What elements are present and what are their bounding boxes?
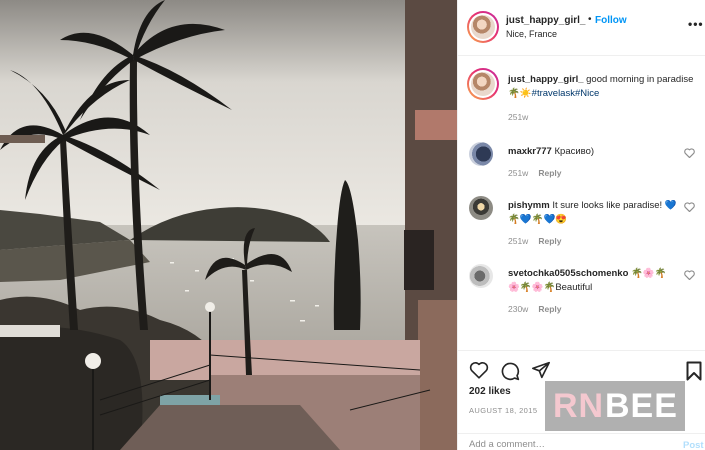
post-photo[interactable] xyxy=(0,0,457,450)
like-icon[interactable] xyxy=(469,361,489,379)
comment-text: maxkr777 Красиво) xyxy=(508,145,678,159)
comment-time: 230w xyxy=(508,304,529,314)
caption-username[interactable]: just_happy_girl_ xyxy=(508,74,584,85)
comment-body: Красиво) xyxy=(551,146,595,157)
reply-button[interactable]: Reply xyxy=(538,304,561,314)
comment-avatar[interactable] xyxy=(469,142,493,166)
separator-dot: • xyxy=(588,14,592,25)
comment-username[interactable]: svetochka0505schomenko xyxy=(508,268,628,279)
caption-avatar[interactable] xyxy=(467,68,499,100)
comment-meta: 230w Reply xyxy=(508,304,561,314)
location-link[interactable]: Nice, France xyxy=(506,29,557,39)
add-comment-bar: Post xyxy=(458,433,705,450)
comment-meta: 251w Reply xyxy=(508,236,561,246)
follow-button[interactable]: Follow xyxy=(595,15,627,26)
like-comment-icon[interactable] xyxy=(684,270,695,280)
comment-time: 251w xyxy=(508,168,529,178)
watermark-part1: RN xyxy=(553,387,605,425)
photo-scene xyxy=(0,0,457,450)
post-comment-button[interactable]: Post xyxy=(683,440,704,450)
post-header: just_happy_girl_ • Follow Nice, France •… xyxy=(458,0,705,56)
hashtag-nice[interactable]: #Nice xyxy=(575,88,599,99)
comment-input[interactable] xyxy=(469,439,659,450)
comment-time: 251w xyxy=(508,236,529,246)
caption-text: just_happy_girl_ good morning in paradis… xyxy=(508,73,698,101)
more-options-icon[interactable]: ••• xyxy=(688,17,704,31)
comment-text: svetochka0505schomenko 🌴🌸🌴 🌸🌴🌸🌴Beautiful xyxy=(508,267,678,295)
reply-button[interactable]: Reply xyxy=(538,236,561,246)
comment-avatar[interactable] xyxy=(469,196,493,220)
comment-username[interactable]: pishymm xyxy=(508,200,550,211)
comment-icon[interactable] xyxy=(500,361,520,381)
owner-username[interactable]: just_happy_girl_ xyxy=(506,15,585,26)
comment-username[interactable]: maxkr777 xyxy=(508,146,552,157)
post-date: AUGUST 18, 2015 xyxy=(469,406,538,415)
reply-button[interactable]: Reply xyxy=(538,168,561,178)
comment-text: pishymm It sure looks like paradise! 💙🌴💙… xyxy=(508,199,678,227)
caption-time: 251w xyxy=(508,112,529,122)
owner-avatar[interactable] xyxy=(467,11,499,43)
comment-avatar[interactable] xyxy=(469,264,493,288)
share-icon[interactable] xyxy=(531,361,551,379)
hashtag-travelask[interactable]: #travelask xyxy=(532,88,575,99)
like-comment-icon[interactable] xyxy=(684,202,695,212)
watermark-part2: BEE xyxy=(605,387,678,425)
comment-meta: 251w Reply xyxy=(508,168,561,178)
likes-count[interactable]: 202 likes xyxy=(469,386,511,397)
watermark-logo: RN BEE xyxy=(545,381,685,431)
save-bookmark-icon[interactable] xyxy=(686,361,702,381)
like-comment-icon[interactable] xyxy=(684,148,695,158)
